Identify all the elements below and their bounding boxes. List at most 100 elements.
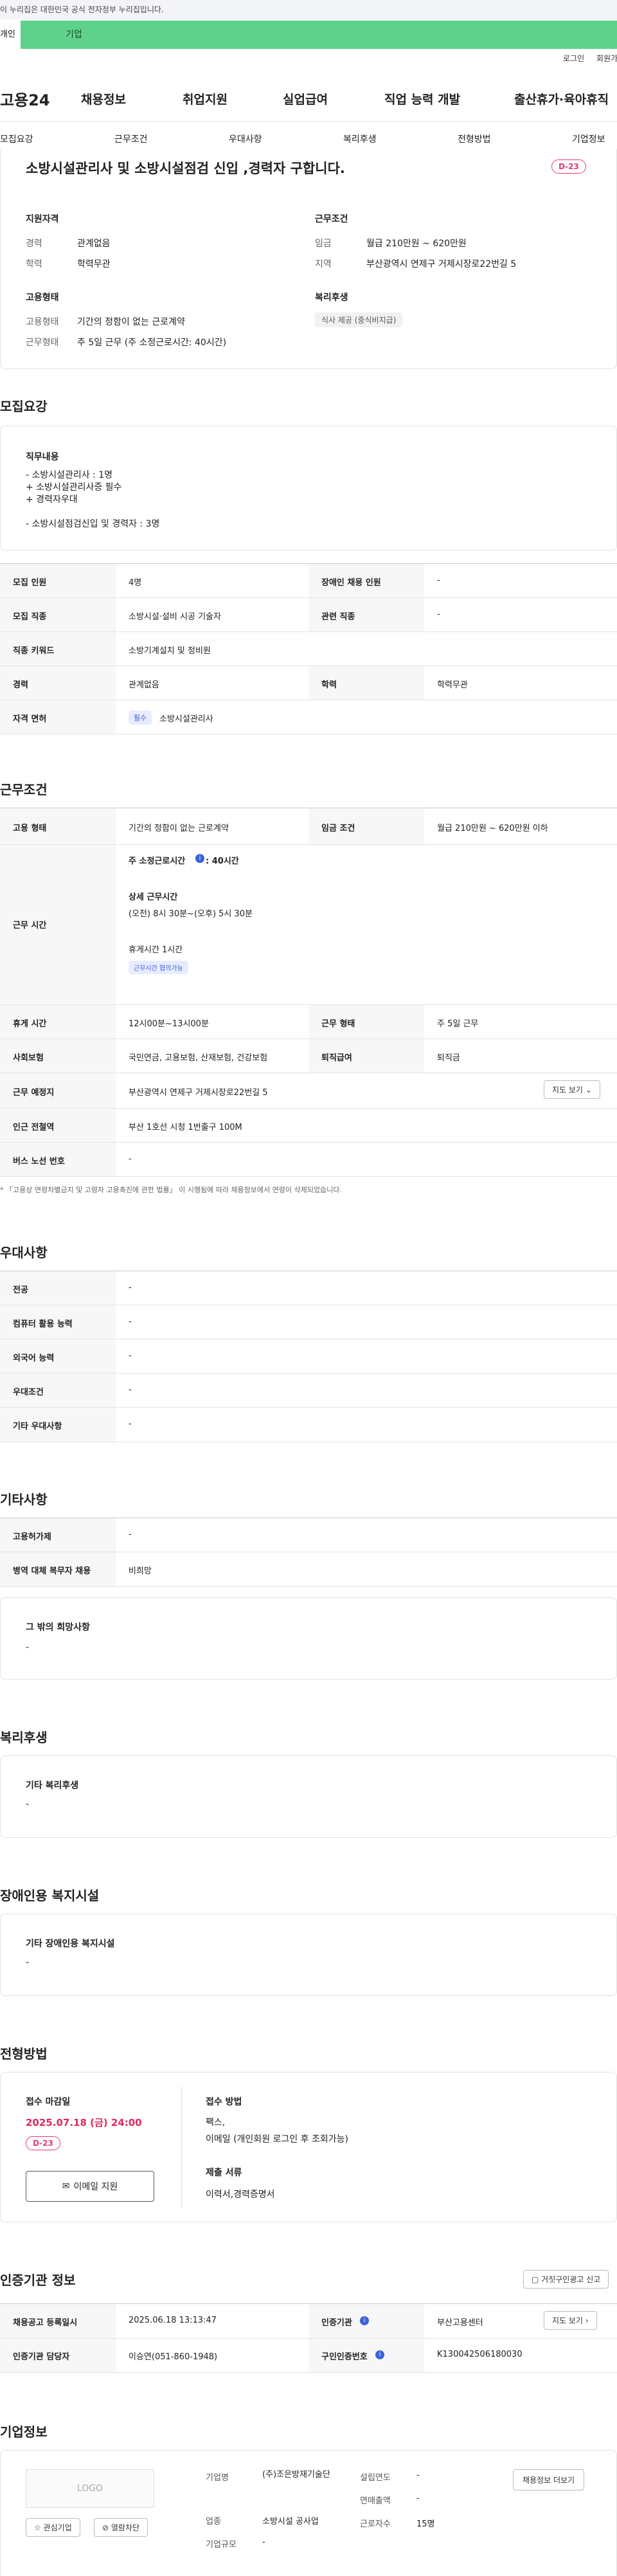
recruit-value-career: 관계없음 <box>129 680 159 690</box>
email-apply-button[interactable]: ✉ 이메일 지원 <box>26 2171 154 2202</box>
site-logo[interactable]: 고용24 <box>0 87 50 110</box>
gnb-menu-parental-leave[interactable]: 출산휴가·육아휴직 <box>514 90 609 107</box>
company-logo: LOGO <box>26 2469 154 2508</box>
duty-line-1: - 소방시설관리사 : 1명 <box>26 470 113 480</box>
section-title-disabled: 장애인용 복지시설 <box>0 1888 100 1903</box>
work-label-wage: 임금 조건 <box>321 824 355 833</box>
qual-label-career: 경력 <box>26 239 42 249</box>
company-value-staff: 15명 <box>416 2519 435 2529</box>
welfare-title: 복리후생 <box>315 293 348 303</box>
gov-banner: 이 누리집은 대한민국 공식 전자정부 누리집입니다. <box>0 0 617 19</box>
etc-value-military: 비희망 <box>129 1566 152 1576</box>
etc-th-bg <box>0 1518 116 1586</box>
cond-label-wage: 임금 <box>315 239 332 249</box>
recruit-label-career: 경력 <box>13 680 28 690</box>
qual-value-edu: 학력무관 <box>77 259 111 269</box>
prefer-label-computer: 컴퓨터 활용 능력 <box>13 1320 73 1329</box>
anchor-tab-work[interactable]: 근무조건 <box>114 132 148 145</box>
work-label-emp-type: 고용 형태 <box>13 824 47 833</box>
anchor-tab-company[interactable]: 기업정보 <box>572 132 605 145</box>
work-value-bus: - <box>129 1154 132 1164</box>
company-label-industry: 업종 <box>206 2517 221 2526</box>
row-divider <box>0 2338 617 2339</box>
work-label-retirement: 퇴직급여 <box>321 1053 352 1063</box>
map-button[interactable]: 지도 보기 ⌄ <box>544 1080 600 1099</box>
recruit-label-headcount: 모집 인원 <box>13 578 47 588</box>
agency-value-cert-no: K130042506180030 <box>437 2350 523 2359</box>
company-label-founded: 설립연도 <box>360 2473 391 2483</box>
info-icon[interactable]: i <box>375 2350 384 2359</box>
row-divider <box>0 1176 617 1177</box>
join-link[interactable]: 회원가입 <box>596 53 617 64</box>
map-button-label: 지도 보기 <box>552 1085 583 1094</box>
tab-person[interactable]: 개인 <box>0 21 21 49</box>
work-rest: 휴게시간 1시간 <box>129 945 183 955</box>
login-link[interactable]: 로그인 <box>563 53 584 64</box>
recruit-label-license: 자격 면허 <box>13 714 47 724</box>
agency-value-registered: 2025.06.18 13:13:47 <box>129 2316 217 2325</box>
anchor-tab-recruit[interactable]: 모집요강 <box>0 132 33 145</box>
welfare-sub-title: 기타 복리후생 <box>26 1781 79 1791</box>
prefer-label-major: 전공 <box>13 1285 28 1295</box>
dday-badge: D-23 <box>551 159 586 174</box>
recruit-value-job: 소방시설·설비 시공 기술자 <box>129 612 221 622</box>
company-value-industry: 소방시설 공사업 <box>262 2517 319 2526</box>
company-label-scale: 기업규모 <box>206 2540 237 2550</box>
report-false-ad-button[interactable]: ▢ 거짓구인광고 신고 <box>523 2270 609 2289</box>
row-divider <box>0 1373 617 1374</box>
row-divider <box>0 1586 617 1587</box>
email-apply-label: 이메일 지원 <box>73 2182 118 2192</box>
tab-corp[interactable]: 기업 <box>21 21 617 49</box>
apply-method-label: 접수 방법 <box>206 2097 242 2107</box>
recruit-value-disabled-hire: - <box>437 576 440 585</box>
work-value-shift: 주 5일 근무 <box>437 1019 479 1029</box>
recruit-value-related-job: - <box>437 610 440 619</box>
negotiable-chip: 근무시간 협의가능 <box>129 961 188 974</box>
work-label-shift: 근무 형태 <box>321 1019 355 1029</box>
apply-docs-label: 제출 서류 <box>206 2168 242 2178</box>
info-icon[interactable]: i <box>195 854 204 863</box>
section-title-recruit: 모집요강 <box>0 399 48 414</box>
anchor-tab-apply[interactable]: 전형방법 <box>458 132 491 145</box>
gnb-menu-employment-support[interactable]: 취업지원 <box>183 90 228 107</box>
work-value-subway: 부산 1호선 시청 1번출구 100M <box>129 1123 242 1132</box>
info-icon[interactable]: i <box>360 2316 369 2325</box>
qual-label-edu: 학력 <box>26 259 42 269</box>
etc-value-permit: - <box>129 1530 132 1539</box>
prefer-label-condition: 우대조건 <box>13 1388 44 1397</box>
work-value-location: 부산광역시 연제구 거제시장로22번길 5 <box>129 1088 268 1098</box>
welfare-value: - <box>26 1799 30 1810</box>
emp-label-shift: 근무형태 <box>26 338 59 348</box>
company-value-name: (주)조은방재기술단 <box>262 2470 330 2480</box>
qual-title: 지원자격 <box>26 214 59 224</box>
agency-label-cert-no: 구인인증번호 <box>321 2352 368 2362</box>
section-title-etc: 기타사항 <box>0 1492 48 1507</box>
work-hours-detail: (오전) 8시 30분~(오후) 5시 30분 <box>129 909 253 919</box>
report-false-ad-label: 거짓구인광고 신고 <box>541 2275 601 2284</box>
section-title-company: 기업정보 <box>0 2424 48 2440</box>
duty-line-3: + 경력자우대 <box>26 494 78 505</box>
agency-label-manager: 인증기관 담당자 <box>13 2352 70 2362</box>
prefer-label-other: 기타 우대사항 <box>13 1422 62 1431</box>
favorite-company-button[interactable]: ☆ 관심기업 <box>26 2518 80 2537</box>
more-jobs-button[interactable]: 채용정보 더보기 <box>513 2469 585 2490</box>
gnb-menu-vocational-training[interactable]: 직업 능력 개발 <box>384 90 460 107</box>
apply-dday-badge: D-23 <box>26 2136 60 2150</box>
agency-map-button[interactable]: 지도 보기 › <box>544 2311 597 2330</box>
work-hours-main: 주 소정근로시간 <box>129 857 186 866</box>
prefer-value-condition: - <box>129 1385 132 1395</box>
work-value-retirement: 퇴직금 <box>437 1053 460 1063</box>
doc-icon: ▢ <box>532 2275 539 2284</box>
anchor-tab-welfare[interactable]: 복리후생 <box>343 132 377 145</box>
gnb-menu-unemployment-benefit[interactable]: 실업급여 <box>283 90 328 107</box>
recruit-value-headcount: 4명 <box>129 578 142 588</box>
section-title-prefer: 우대사항 <box>0 1245 48 1260</box>
chevron-down-icon: ⌄ <box>585 1085 592 1094</box>
recruit-value-edu: 학력무관 <box>437 680 468 690</box>
apply-deadline-value: 2025.07.18 (금) 24:00 <box>26 2117 142 2128</box>
gnb-menu-jobs[interactable]: 채용정보 <box>81 90 126 107</box>
anchor-tab-prefer[interactable]: 우대사항 <box>229 132 262 145</box>
block-company-button[interactable]: ⊘ 열람차단 <box>94 2518 148 2537</box>
apply-divider <box>181 2086 182 2208</box>
cond-value-region: 부산광역시 연제구 거제시장로22번길 5 <box>366 259 517 269</box>
